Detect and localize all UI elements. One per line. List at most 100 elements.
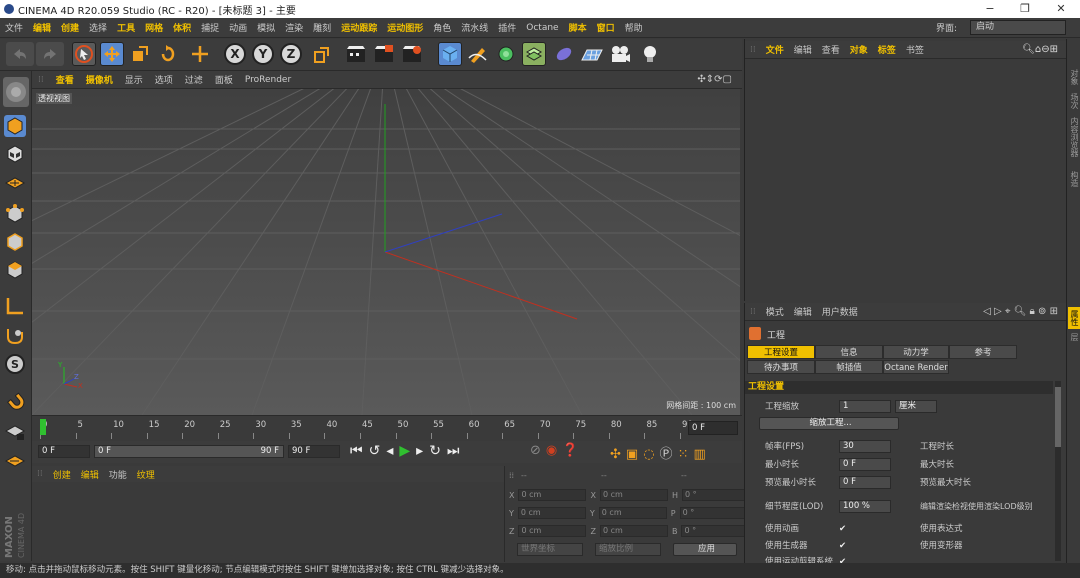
menu-snap[interactable]: 捕捉 <box>196 21 224 34</box>
om-menu-file[interactable]: 文件 <box>761 43 789 56</box>
camera-icon[interactable] <box>608 42 632 66</box>
menu-sculpt[interactable]: 雕刻 <box>308 21 336 34</box>
am-menu-edit[interactable]: 编辑 <box>789 305 817 318</box>
key-param-icon[interactable]: Ⓟ <box>660 447 678 462</box>
menu-mesh[interactable]: 网格 <box>140 21 168 34</box>
strip-tab-takes[interactable]: 场次 <box>1068 93 1080 109</box>
model-mode-icon[interactable] <box>4 115 26 137</box>
menu-mograph[interactable]: 运动图形 <box>382 21 428 34</box>
size-z-field[interactable]: 0 cm <box>599 525 668 537</box>
prev-key-icon[interactable]: ↺ <box>369 443 387 459</box>
key-pla-icon[interactable]: ⁙ <box>678 447 694 462</box>
size-y-field[interactable]: 0 cm <box>598 507 667 519</box>
polygons-mode-icon[interactable] <box>4 259 26 281</box>
snap-icon[interactable] <box>4 389 26 411</box>
am-nav-icons[interactable]: ◁ ▷ ⌖ 🔍︎ 🔒︎ ⊚ ⊞ <box>978 306 1063 317</box>
rotate-tool-icon[interactable] <box>156 42 180 66</box>
tab-project-settings[interactable]: 工程设置 <box>747 345 815 359</box>
pos-z-field[interactable]: 0 cm <box>518 525 587 537</box>
record-icon[interactable]: ◉ <box>546 443 562 458</box>
menu-render[interactable]: 渲染 <box>280 21 308 34</box>
om-search-home-icons[interactable]: 🔍︎⌂⊖⊞ <box>1017 44 1063 55</box>
tab-octane-render[interactable]: Octane Render <box>883 360 949 374</box>
material-menu-edit[interactable]: 编辑 <box>76 468 104 481</box>
viewport-menu-filter[interactable]: 过滤 <box>179 73 209 86</box>
use-motion-system-checkbox[interactable]: ✔ <box>839 555 846 563</box>
viewport-menu-view[interactable]: 查看 <box>50 73 80 86</box>
strip-tab-layers[interactable]: 层 <box>1068 333 1080 341</box>
motion-record-icon[interactable]: ⊘ <box>530 443 546 458</box>
light-icon[interactable] <box>638 42 662 66</box>
workplane-lock-icon[interactable] <box>4 421 26 443</box>
tab-reference[interactable]: 参考 <box>949 345 1017 359</box>
playhead[interactable] <box>40 419 46 435</box>
frame-range-slider[interactable]: 0 F 90 F <box>94 445 284 458</box>
fps-field[interactable]: 30 <box>839 440 891 453</box>
material-area[interactable] <box>32 482 504 562</box>
render-view-icon[interactable] <box>344 42 368 66</box>
menu-help[interactable]: 帮助 <box>620 21 648 34</box>
menu-create[interactable]: 创建 <box>56 21 84 34</box>
auto-key-icon[interactable]: ❓ <box>562 443 583 458</box>
tab-key-interpolation[interactable]: 帧插值 <box>815 360 883 374</box>
pos-y-field[interactable]: 0 cm <box>517 507 586 519</box>
key-rotation-icon[interactable]: ◌ <box>643 447 659 462</box>
use-animation-checkbox[interactable]: ✔ <box>839 522 846 536</box>
menu-animate[interactable]: 动画 <box>224 21 252 34</box>
am-menu-mode[interactable]: 模式 <box>761 305 789 318</box>
om-menu-edit[interactable]: 编辑 <box>789 43 817 56</box>
start-frame-field[interactable]: 0 F <box>38 445 90 458</box>
use-generators-checkbox[interactable]: ✔ <box>839 539 846 553</box>
workplane-grid-icon[interactable] <box>4 451 26 473</box>
attr-scrollbar[interactable] <box>1055 381 1061 561</box>
menu-volume[interactable]: 体积 <box>168 21 196 34</box>
lod-field[interactable]: 100 % <box>839 500 891 513</box>
scale-tool-icon[interactable] <box>128 42 152 66</box>
om-menu-bookmarks[interactable]: 书签 <box>901 43 929 56</box>
goto-end-icon[interactable]: ⏭ <box>447 443 466 459</box>
redo-icon[interactable] <box>36 42 64 66</box>
workplane-mode-icon[interactable] <box>4 171 26 193</box>
viewport-menu-camera[interactable]: 摄像机 <box>80 73 119 86</box>
project-scale-field[interactable]: 1 <box>839 400 891 413</box>
viewport-menu-display[interactable]: 显示 <box>119 73 149 86</box>
tab-info[interactable]: 信息 <box>815 345 883 359</box>
live-select-icon[interactable] <box>72 42 96 66</box>
restore-button[interactable]: ❐ <box>1010 0 1040 18</box>
pos-x-field[interactable]: 0 cm <box>518 489 587 501</box>
viewport-menu-panel[interactable]: 面板 <box>209 73 239 86</box>
om-menu-tags[interactable]: 标签 <box>873 43 901 56</box>
move-tool-icon[interactable] <box>100 42 124 66</box>
record-controls[interactable]: ⊘◉❓ <box>530 443 583 458</box>
pen-spline-icon[interactable] <box>466 42 490 66</box>
timeline-icon[interactable]: ▥ <box>693 447 710 462</box>
key-scale-icon[interactable]: ▣ <box>626 447 643 462</box>
end-frame-field[interactable]: 90 F <box>288 445 340 458</box>
strip-tab-structure[interactable]: 构造 <box>1068 171 1080 187</box>
z-axis-lock-button[interactable]: Z <box>280 43 302 65</box>
tweak-mode-icon[interactable] <box>4 325 26 347</box>
interface-layout-select[interactable]: 启动 <box>970 20 1066 35</box>
rot-p-field[interactable]: 0 ° <box>679 507 748 519</box>
apply-button[interactable]: 应用 <box>673 543 737 556</box>
x-axis-lock-button[interactable]: X <box>224 43 246 65</box>
strip-tab-objects[interactable]: 对象 <box>1068 69 1080 85</box>
strip-tab-attributes[interactable]: 属性 <box>1068 307 1080 329</box>
cube-object-icon[interactable] <box>438 42 462 66</box>
goto-start-icon[interactable]: ⏮ <box>350 443 369 459</box>
edges-mode-icon[interactable] <box>4 231 26 253</box>
solo-mode-icon[interactable]: S <box>4 353 26 375</box>
axis-mode-icon[interactable] <box>4 295 26 317</box>
next-key-icon[interactable]: ↻ <box>429 443 447 459</box>
menu-character[interactable]: 角色 <box>428 21 456 34</box>
tab-dynamics[interactable]: 动力学 <box>883 345 949 359</box>
viewport-navigation-icons[interactable]: ✣⇕⟳▢ <box>691 74 738 85</box>
material-menu-create[interactable]: 创建 <box>48 468 76 481</box>
deformer-icon[interactable] <box>552 42 576 66</box>
rot-b-field[interactable]: 0 ° <box>681 525 750 537</box>
next-frame-icon[interactable]: ▸ <box>416 443 429 459</box>
timeline-ruler[interactable]: 051015202530354045505560657075808590 0 F <box>32 415 742 441</box>
rot-h-field[interactable]: 0 ° <box>681 489 750 501</box>
object-list[interactable] <box>745 60 1067 300</box>
key-filter-controls[interactable]: ✣▣◌Ⓟ⁙▥ <box>610 443 711 462</box>
